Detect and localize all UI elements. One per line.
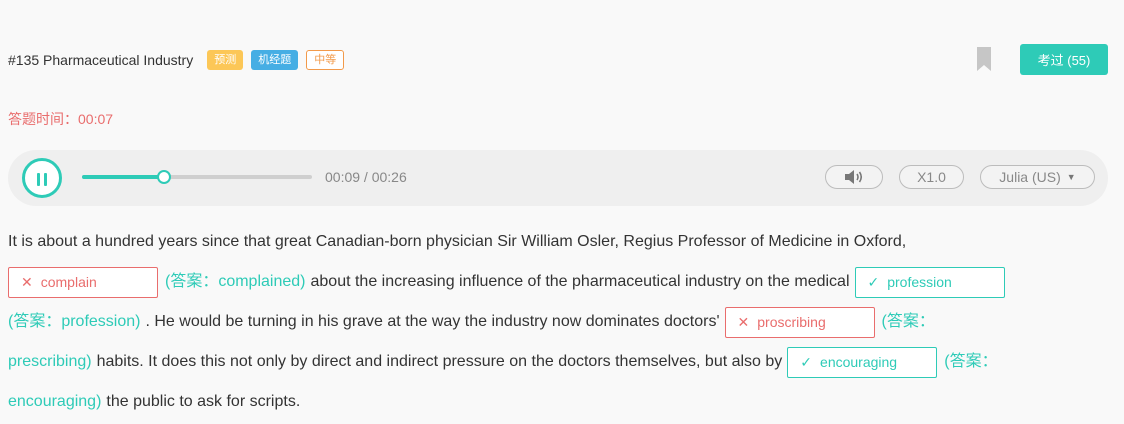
correct-answer-4: encouraging) bbox=[8, 393, 102, 410]
timer-value: 00:07 bbox=[78, 111, 114, 127]
correct-answer-3: prescribing) bbox=[8, 353, 92, 370]
blank-input-3-value: proscribing bbox=[757, 314, 826, 330]
blank-input-3-incorrect[interactable]: ✕ proscribing bbox=[724, 306, 875, 338]
correct-answer-3-prefix: (答案： bbox=[881, 313, 935, 330]
correct-answer-4-prefix: (答案： bbox=[944, 353, 998, 370]
timer-label: 答题时间： bbox=[8, 111, 78, 127]
fill-blank-passage: It is about a hundred years since that g… bbox=[8, 222, 1118, 422]
cross-icon: ✕ bbox=[737, 314, 750, 330]
check-icon: ✓ bbox=[867, 274, 880, 290]
passage-text: habits. It does this not only by direct … bbox=[96, 353, 783, 370]
progress-slider[interactable] bbox=[82, 170, 312, 184]
passage-line: It is about a hundred years since that g… bbox=[8, 222, 1118, 262]
playback-time: 00:09 / 00:26 bbox=[325, 169, 407, 185]
cross-icon: ✕ bbox=[21, 274, 33, 290]
answer-timer: 答题时间：00:07 bbox=[8, 109, 113, 129]
progress-handle[interactable] bbox=[156, 170, 171, 184]
tag-machine-question: 机经题 bbox=[251, 50, 299, 70]
taken-count-button[interactable]: 考过 (55) bbox=[1020, 44, 1108, 75]
pause-icon bbox=[37, 173, 40, 186]
progress-fill bbox=[82, 175, 163, 179]
pause-button[interactable] bbox=[22, 158, 62, 198]
blank-input-1-incorrect[interactable]: ✕ complain bbox=[8, 266, 158, 298]
passage-line: ✕ complain (答案：complained) about the incr… bbox=[8, 262, 1118, 302]
volume-icon bbox=[845, 170, 863, 184]
passage-text: the public to ask for scripts. bbox=[106, 393, 301, 410]
blank-input-4-value: encouraging bbox=[820, 354, 898, 370]
passage-text: It is about a hundred years since that g… bbox=[8, 233, 907, 250]
voice-select[interactable]: Julia (US) ▼ bbox=[980, 165, 1095, 189]
blank-input-2-value: profession bbox=[887, 274, 952, 290]
voice-select-value: Julia (US) bbox=[999, 169, 1061, 185]
tag-predict: 预测 bbox=[207, 50, 244, 70]
correct-answer-1: (答案：complained) bbox=[165, 273, 306, 290]
blank-input-2-correct[interactable]: ✓ profession bbox=[854, 266, 1005, 298]
passage-line: encouraging) the public to ask for scrip… bbox=[8, 382, 1118, 422]
volume-button[interactable] bbox=[825, 165, 883, 189]
blank-input-4-correct[interactable]: ✓ encouraging bbox=[787, 346, 938, 378]
passage-line: prescribing) habits. It does this not on… bbox=[8, 342, 1118, 382]
bookmark-icon[interactable] bbox=[977, 47, 991, 71]
pause-icon-bar bbox=[44, 173, 47, 186]
blank-input-1-value: complain bbox=[40, 274, 97, 290]
check-icon: ✓ bbox=[800, 354, 813, 370]
question-title: #135 Pharmaceutical Industry bbox=[8, 52, 194, 68]
playback-speed-button[interactable]: X1.0 bbox=[899, 165, 964, 189]
caret-down-icon: ▼ bbox=[1066, 172, 1076, 182]
correct-answer-2: (答案：profession) bbox=[8, 313, 141, 330]
question-header: #135 Pharmaceutical Industry 预测 机经题 中等 bbox=[8, 48, 352, 72]
audio-player: 00:09 / 00:26 X1.0 Julia (US) ▼ bbox=[8, 150, 1108, 206]
passage-line: (答案：profession) . He would be turning in… bbox=[8, 302, 1118, 342]
passage-text: about the increasing influence of the ph… bbox=[310, 273, 850, 290]
tag-difficulty: 中等 bbox=[306, 50, 345, 70]
passage-text: . He would be turning in his grave at th… bbox=[145, 313, 720, 330]
